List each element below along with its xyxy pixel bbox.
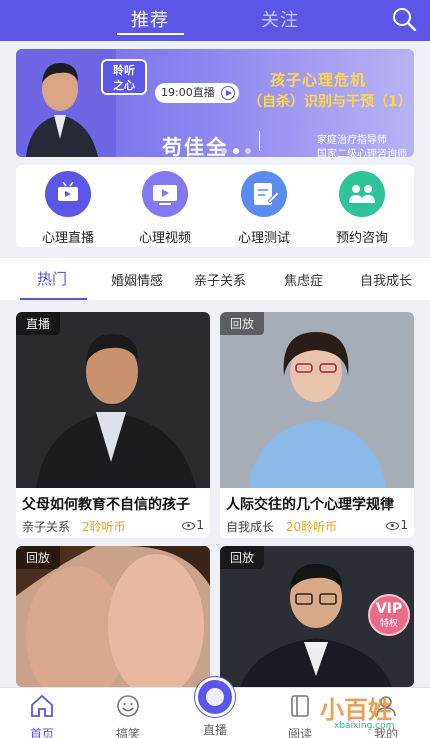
course-card[interactable]: 回放 人际交往的几个心理学规律 自我成长 20聆听币 1 (220, 312, 414, 538)
speaker-name: 苟佳全 (162, 135, 228, 157)
video-icon (142, 171, 188, 217)
nav-home[interactable]: 首页 (2, 688, 82, 738)
category-tabs: 热门 婚姻情感 亲子关系 焦虑症 自我成长 (0, 258, 430, 300)
category-self-growth[interactable]: 自我成长 (360, 270, 412, 289)
card-views: 1 (196, 518, 204, 532)
watermark-url: xbaixing.com (334, 721, 395, 731)
watermark-logo: 小百姓 (320, 696, 392, 724)
card-thumbnail: 回放 (220, 312, 414, 488)
carousel-dots[interactable] (221, 139, 257, 157)
banner-divider (259, 131, 260, 151)
live-center-button[interactable] (195, 677, 235, 717)
quick-nav-test[interactable]: 心理测试 (219, 171, 309, 246)
card-tag: 回放 (220, 546, 265, 569)
card-meta: 亲子关系 2聆听币 1 (16, 514, 210, 538)
tab-recommend[interactable]: 推荐 (131, 6, 169, 32)
search-icon[interactable] (391, 6, 417, 32)
speaker-role-1: 家庭治疗指导师 (317, 135, 387, 146)
group-icon (339, 171, 385, 217)
eye-icon (386, 521, 400, 530)
card-title: 父母如何教育不自信的孩子 (22, 497, 190, 513)
home-icon (31, 694, 53, 717)
category-hot[interactable]: 热门 (37, 268, 67, 289)
category-active-indicator (20, 298, 87, 300)
category-marriage[interactable]: 婚姻情感 (111, 270, 163, 289)
tab-active-indicator (117, 33, 184, 35)
quick-nav: 心理直播 心理视频 心理测试 预约咨询 (16, 165, 414, 247)
top-bar: 推荐 关注 (0, 0, 430, 41)
card-views: 1 (400, 518, 408, 532)
play-icon (220, 86, 235, 100)
category-parenting[interactable]: 亲子关系 (194, 270, 246, 289)
tv-icon (45, 171, 91, 217)
course-card[interactable]: 回放 (16, 546, 210, 687)
course-card[interactable]: 回放 VIP 特权 (220, 546, 414, 687)
brand-logo: 聆听 之心 (101, 59, 147, 95)
card-thumbnail: 回放 (16, 546, 210, 687)
card-tag: 回放 (16, 546, 61, 569)
eye-icon (182, 521, 196, 530)
edit-icon (241, 171, 287, 217)
course-card[interactable]: 直播 父母如何教育不自信的孩子 亲子关系 2聆听币 1 (16, 312, 210, 538)
smile-icon (117, 695, 139, 717)
quick-nav-video[interactable]: 心理视频 (120, 171, 210, 246)
banner-title-line1: 孩子心理危机 (270, 71, 367, 89)
card-category: 自我成长 (226, 520, 275, 534)
card-title: 人际交往的几个心理学规律 (226, 497, 394, 513)
tab-follow[interactable]: 关注 (261, 6, 299, 32)
card-meta: 自我成长 20聆听币 1 (220, 514, 414, 538)
card-thumbnail: 直播 (16, 312, 210, 488)
vip-badge: VIP 特权 (368, 594, 410, 636)
card-price: 20聆听币 (285, 520, 338, 534)
live-time-pill: 19:00直播 (155, 83, 239, 103)
quick-nav-live[interactable]: 心理直播 (23, 171, 113, 246)
card-thumbnail: 回放 VIP 特权 (220, 546, 414, 687)
category-anxiety[interactable]: 焦虑症 (284, 270, 323, 289)
nav-funny[interactable]: 搞笑 (88, 688, 168, 738)
banner-title-line2: （自杀）识别与干预（1） (248, 94, 412, 110)
card-price: 2聆听币 (81, 520, 126, 534)
speaker-role-2: 国家二级心理咨询师 (317, 149, 407, 157)
card-tag: 回放 (220, 312, 265, 335)
book-icon (291, 695, 309, 717)
card-tag: 直播 (16, 312, 61, 335)
promo-banner[interactable]: 聆听 之心 孩子心理危机 （自杀）识别与干预（1） 19:00直播 苟佳全 家庭… (16, 49, 414, 157)
quick-nav-consult[interactable]: 预约咨询 (317, 171, 407, 246)
card-category: 亲子关系 (22, 520, 71, 534)
